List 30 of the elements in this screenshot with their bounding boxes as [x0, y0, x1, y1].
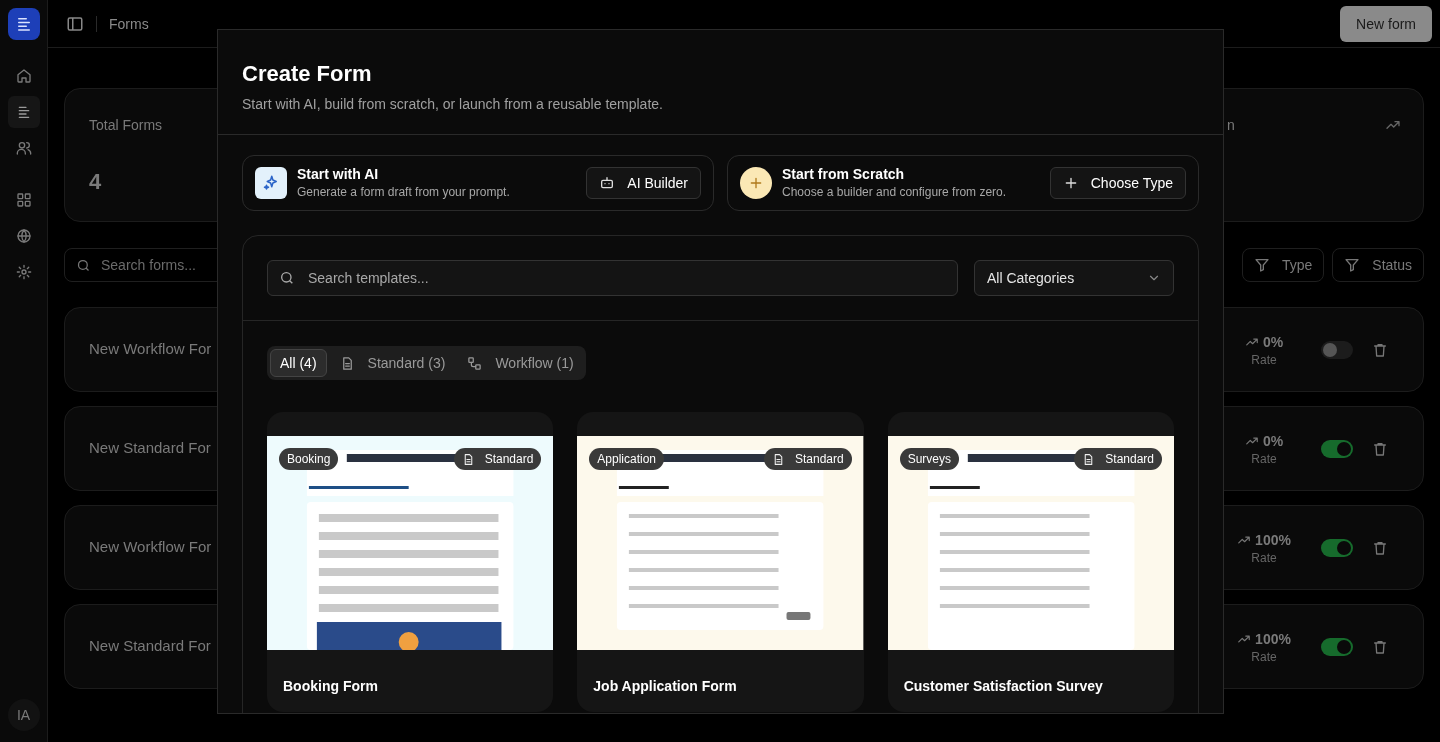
- template-title: Customer Satisfaction Survey: [902, 677, 1104, 696]
- rate-label: Rate: [1251, 351, 1277, 368]
- action-title: Start with AI: [297, 166, 380, 182]
- type-tag: Standard: [1074, 448, 1162, 470]
- form-name: New Workflow For: [89, 339, 213, 360]
- rate-value: 0%: [1262, 332, 1284, 352]
- template-title: Booking Form: [282, 677, 379, 696]
- template-title: Job Application Form: [592, 677, 738, 696]
- category-tag: Application: [589, 448, 665, 470]
- action-description: Generate a form draft from your prompt.: [297, 184, 511, 200]
- stat-value: 4: [89, 168, 102, 196]
- form-name: New Workflow For: [89, 537, 213, 558]
- rate-value: 100%: [1255, 629, 1291, 649]
- form-name: New Standard For: [89, 636, 212, 657]
- type-tag: Standard: [453, 448, 542, 470]
- stat-label: Total Forms: [89, 116, 163, 135]
- rate-label: Rate: [1251, 648, 1277, 665]
- dialog-subtitle: Start with AI, build from scratch, or launch from a reusable template.: [242, 95, 664, 114]
- action-title: Start from Scratch: [782, 166, 906, 182]
- rate-value: 0%: [1262, 431, 1284, 451]
- stat-label: n: [1227, 116, 1235, 135]
- form-name: New Standard For: [89, 438, 212, 459]
- rate-label: Rate: [1251, 450, 1277, 467]
- action-description: Choose a builder and configure from zero.: [782, 184, 1008, 200]
- category-tag: Booking: [279, 448, 339, 470]
- rate-label: Rate: [1251, 549, 1277, 566]
- category-tag: Surveys: [899, 448, 959, 470]
- rate-value: 100%: [1255, 530, 1291, 550]
- type-tag: Standard: [763, 448, 852, 470]
- dialog-title: Create Form: [242, 60, 373, 88]
